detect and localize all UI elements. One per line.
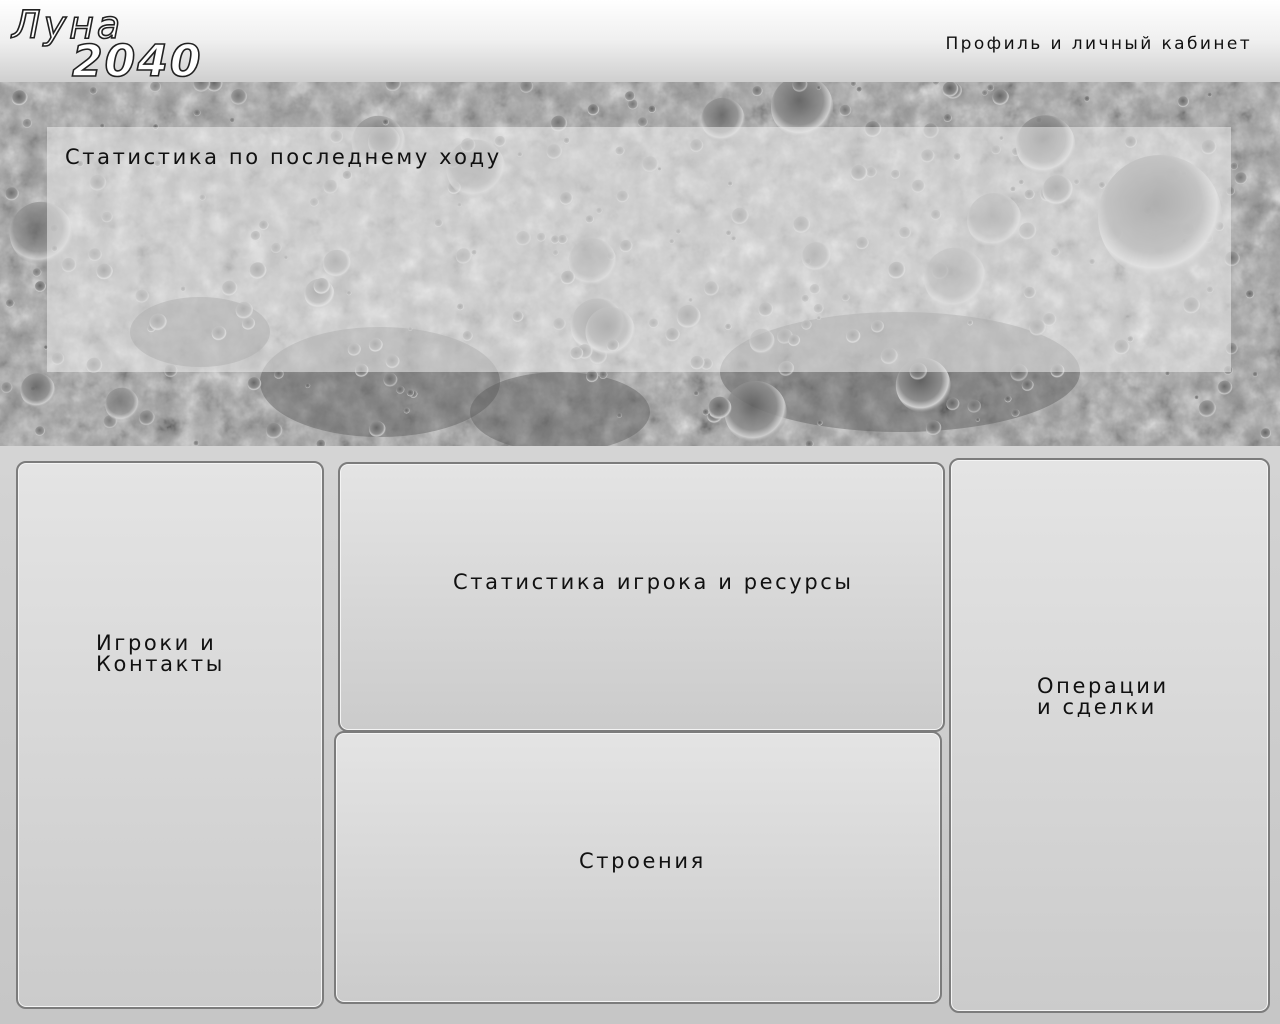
logo-year: 2040 [72, 36, 202, 80]
moon-banner: Статистика по последнему ходу [0, 82, 1280, 446]
player-stats-resources-label: Статистика игрока и ресурсы [453, 570, 854, 594]
players-contacts-label-line1: Игроки и [96, 631, 217, 655]
players-contacts-label-line2: Контакты [96, 652, 225, 676]
operations-deals-label-line2: и сделки [1037, 695, 1157, 719]
operations-deals-panel[interactable]: Операции и сделки [949, 458, 1270, 1013]
header: Луна 2040 Профиль и личный кабинет [0, 0, 1280, 82]
player-stats-resources-panel[interactable]: Статистика игрока и ресурсы [338, 462, 945, 732]
buildings-panel[interactable]: Строения [334, 731, 942, 1004]
profile-link[interactable]: Профиль и личный кабинет [945, 34, 1252, 54]
operations-deals-label: Операции и сделки [1037, 676, 1169, 718]
buildings-label: Строения [579, 849, 706, 873]
players-contacts-panel[interactable]: Игроки и Контакты [16, 461, 324, 1009]
operations-deals-label-line1: Операции [1037, 674, 1169, 698]
last-turn-stats-panel: Статистика по последнему ходу [47, 127, 1231, 372]
last-turn-stats-title: Статистика по последнему ходу [65, 145, 502, 169]
logo[interactable]: Луна 2040 [10, 4, 210, 80]
players-contacts-label: Игроки и Контакты [96, 633, 225, 675]
